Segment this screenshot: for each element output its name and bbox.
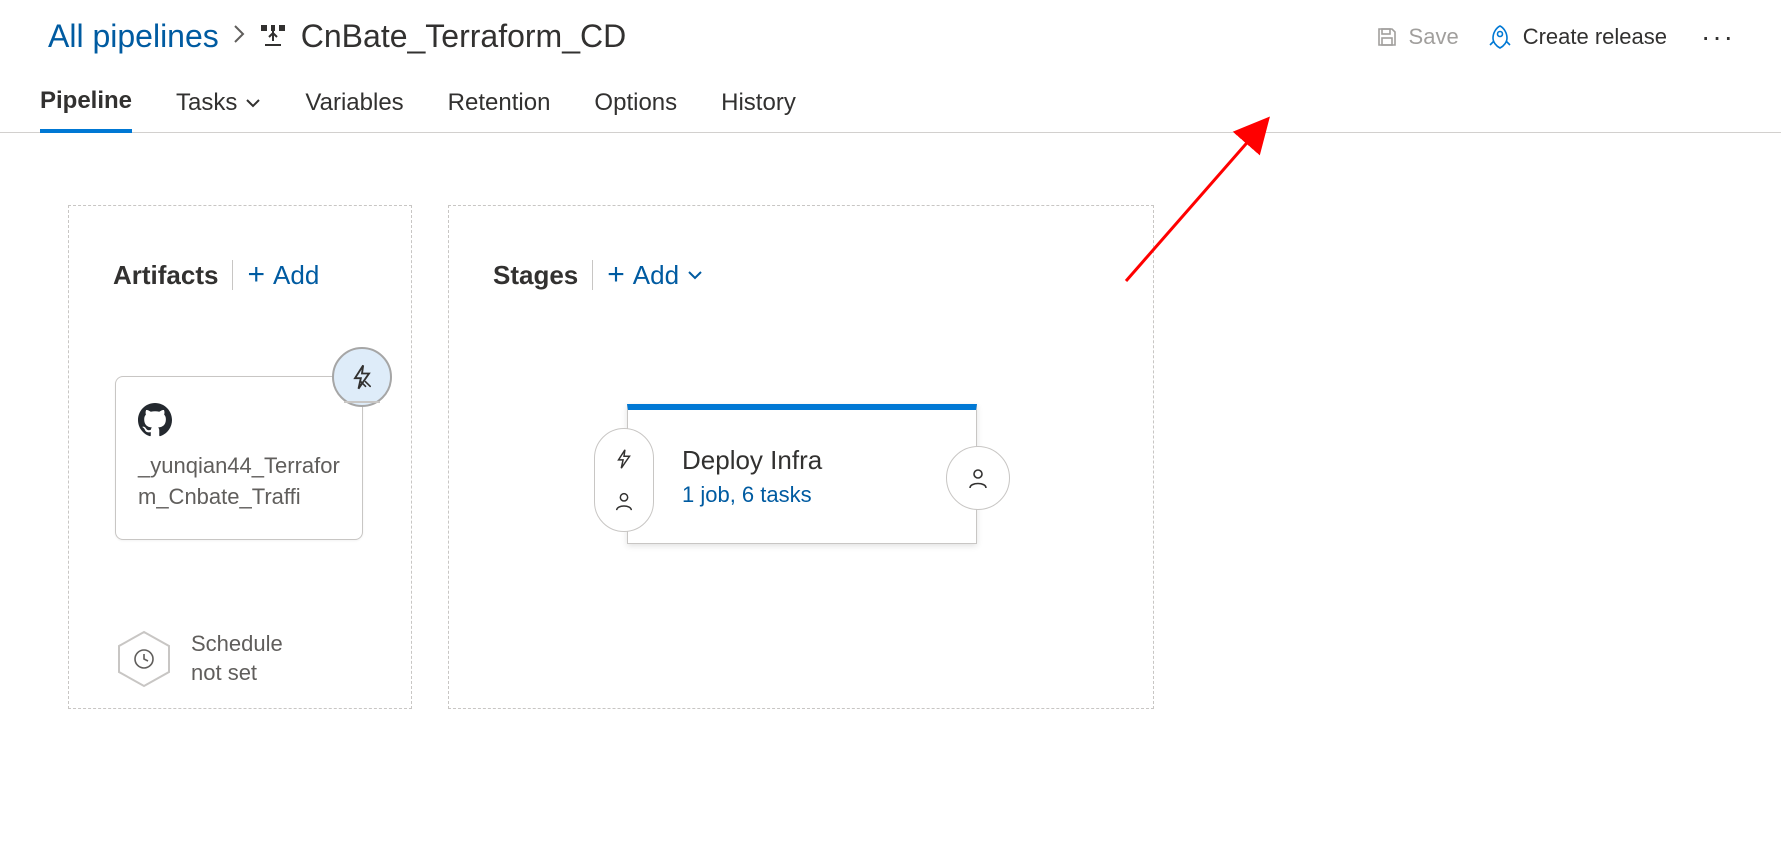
pipeline-type-icon: [259, 23, 287, 51]
divider: [232, 260, 233, 290]
header-bar: All pipelines CnBate_Terraform_CD Save: [0, 0, 1781, 55]
artifact-card[interactable]: _yunqian44_Terraform_Cnbate_Traffi: [115, 376, 363, 540]
add-stage-label: Add: [633, 260, 679, 291]
stages-title: Stages: [493, 260, 578, 291]
create-release-label: Create release: [1523, 24, 1667, 50]
add-artifact-button[interactable]: + Add: [247, 258, 319, 292]
save-button: Save: [1375, 24, 1459, 50]
schedule-row: Schedule not set: [115, 630, 283, 688]
breadcrumb-separator: [233, 23, 245, 51]
chevron-down-icon: [245, 98, 261, 108]
plus-icon: +: [247, 258, 265, 292]
create-release-button[interactable]: Create release: [1487, 24, 1667, 50]
add-stage-button[interactable]: + Add: [607, 258, 703, 292]
stage-name: Deploy Infra: [682, 445, 976, 476]
schedule-line1: Schedule: [191, 630, 283, 659]
lightning-icon: [348, 363, 376, 391]
schedule-text: Schedule not set: [191, 630, 283, 687]
artifact-name: _yunqian44_Terraform_Cnbate_Traffi: [138, 451, 340, 513]
breadcrumb: All pipelines CnBate_Terraform_CD: [48, 18, 626, 55]
pipeline-title[interactable]: CnBate_Terraform_CD: [301, 18, 626, 55]
person-icon: [613, 490, 635, 512]
tab-pipeline[interactable]: Pipeline: [40, 87, 132, 133]
tabs-bar: Pipeline Tasks Variables Retention Optio…: [0, 55, 1781, 133]
tab-tasks[interactable]: Tasks: [176, 87, 261, 132]
clock-icon: [132, 647, 156, 671]
pre-deploy-conditions-button[interactable]: [594, 428, 654, 532]
tab-tasks-label: Tasks: [176, 89, 237, 117]
person-icon: [966, 466, 990, 490]
tab-variables[interactable]: Variables: [305, 87, 403, 132]
tab-options[interactable]: Options: [594, 87, 677, 132]
add-artifact-label: Add: [273, 260, 319, 291]
stages-panel: Stages + Add Deploy Infra 1 job, 6 tasks: [448, 205, 1154, 709]
save-label: Save: [1409, 24, 1459, 50]
divider: [592, 260, 593, 290]
schedule-line2: not set: [191, 659, 283, 688]
post-deploy-conditions-button[interactable]: [946, 446, 1010, 510]
stages-panel-header: Stages + Add: [449, 206, 1153, 292]
more-actions-button[interactable]: ···: [1695, 21, 1741, 53]
tab-retention[interactable]: Retention: [448, 87, 551, 132]
save-icon: [1375, 25, 1399, 49]
stage-jobs-link[interactable]: 1 job, 6 tasks: [682, 482, 976, 508]
pipeline-canvas: Artifacts + Add _yunqian44_Terraform_Cnb…: [0, 133, 1781, 709]
artifacts-title: Artifacts: [113, 260, 218, 291]
artifact-trigger-button[interactable]: [332, 347, 392, 407]
more-icon: ···: [1701, 21, 1735, 53]
rocket-icon: [1487, 24, 1513, 50]
lightning-icon: [613, 448, 635, 470]
chevron-down-icon: [687, 270, 703, 280]
tab-history[interactable]: History: [721, 87, 796, 132]
plus-icon: +: [607, 258, 625, 292]
stage-card[interactable]: Deploy Infra 1 job, 6 tasks: [627, 404, 977, 544]
schedule-button[interactable]: [115, 630, 173, 688]
connector-line: [344, 401, 380, 403]
header-actions: Save Create release ···: [1375, 21, 1741, 53]
github-icon: [138, 403, 172, 437]
breadcrumb-parent-link[interactable]: All pipelines: [48, 18, 219, 55]
artifacts-panel-header: Artifacts + Add: [69, 206, 411, 292]
artifacts-panel: Artifacts + Add _yunqian44_Terraform_Cnb…: [68, 205, 412, 709]
